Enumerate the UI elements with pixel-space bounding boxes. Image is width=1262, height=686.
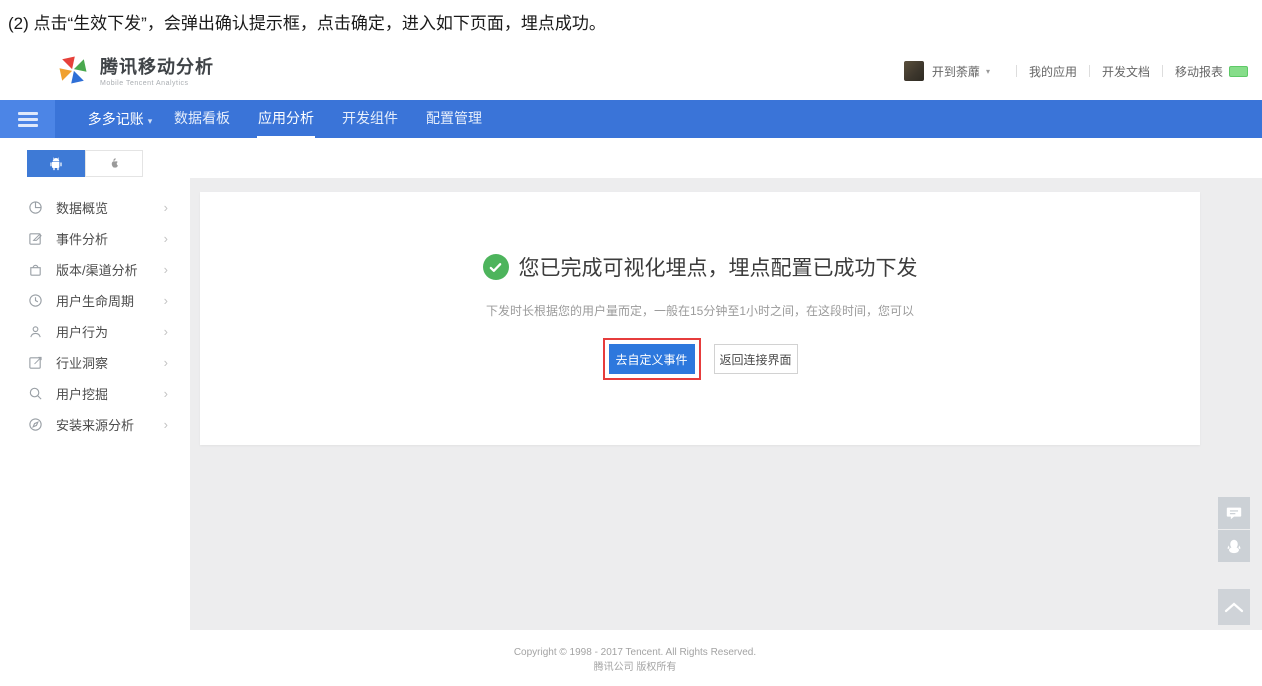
back-to-connect-button[interactable]: 返回连接界面 [714, 344, 798, 374]
chevron-right-icon: › [164, 324, 168, 339]
sidebar-item-label: 用户生命周期 [56, 291, 134, 310]
tab-app-analysis[interactable]: 应用分析 [257, 100, 315, 138]
success-title: 您已完成可视化埋点，埋点配置已成功下发 [519, 252, 918, 282]
chevron-up-icon [1224, 601, 1244, 613]
chevron-right-icon: › [164, 200, 168, 215]
qq-contact-button[interactable] [1218, 530, 1250, 562]
compass-icon [28, 417, 43, 432]
back-to-top-button[interactable] [1218, 589, 1250, 625]
insight-icon [28, 355, 43, 370]
sidebar-item-label: 版本/渠道分析 [56, 260, 138, 279]
divider [1016, 65, 1017, 77]
package-icon [28, 262, 43, 277]
instruction-text: (2) 点击“生效下发”，会弹出确认提示框，点击确定，进入如下页面，埋点成功。 [8, 9, 606, 34]
pie-chart-icon [28, 200, 43, 215]
android-icon [48, 156, 64, 172]
menu-icon[interactable] [0, 100, 55, 138]
sidebar-item-label: 数据概览 [56, 198, 108, 217]
chevron-down-icon: ▾ [148, 116, 153, 126]
avatar[interactable] [904, 61, 924, 81]
chevron-right-icon: › [164, 293, 168, 308]
copyright-line1: Copyright © 1998 - 2017 Tencent. All Rig… [185, 645, 1085, 660]
username[interactable]: 开到荼蘼 [932, 63, 980, 80]
divider [1162, 65, 1163, 77]
tab-dev-components[interactable]: 开发组件 [341, 100, 399, 138]
sidebar-item-label: 用户挖掘 [56, 384, 108, 403]
search-icon [28, 386, 43, 401]
platform-toggle [27, 150, 143, 177]
content-area: 您已完成可视化埋点，埋点配置已成功下发 下发时长根据您的用户量而定，一般在15分… [190, 178, 1262, 630]
apple-icon [107, 156, 122, 171]
logo-title: 腾讯移动分析 [100, 53, 214, 79]
nav-tabs: 数据看板 应用分析 开发组件 配置管理 [173, 100, 483, 138]
success-title-row: 您已完成可视化埋点，埋点配置已成功下发 [200, 252, 1200, 282]
link-dev-docs[interactable]: 开发文档 [1102, 63, 1150, 80]
logo-subtitle: Mobile Tencent Analytics [100, 80, 214, 87]
edit-icon [28, 231, 43, 246]
divider [1089, 65, 1090, 77]
copyright-line2: 腾讯公司 版权所有 [185, 660, 1085, 675]
sidebar-item-label: 用户行为 [56, 322, 108, 341]
chevron-right-icon: › [164, 231, 168, 246]
go-custom-events-button[interactable]: 去自定义事件 [609, 344, 695, 374]
success-check-icon [483, 254, 509, 280]
logo-text: 腾讯移动分析 Mobile Tencent Analytics [100, 53, 214, 87]
content-top-strip [190, 138, 1262, 178]
sidebar-item-user-lifecycle[interactable]: 用户生命周期 › [0, 285, 190, 316]
mini-program-badge-icon [1229, 66, 1248, 77]
topbar: 腾讯移动分析 Mobile Tencent Analytics 开到荼蘼 ▾ 我… [0, 42, 1262, 100]
topbar-right: 开到荼蘼 ▾ 我的应用 开发文档 移动报表 [904, 42, 1248, 100]
chevron-right-icon: › [164, 262, 168, 277]
sidebar-item-user-mining[interactable]: 用户挖掘 › [0, 378, 190, 409]
footer: Copyright © 1998 - 2017 Tencent. All Rig… [185, 630, 1085, 686]
chevron-right-icon: › [164, 386, 168, 401]
user-icon [28, 324, 43, 339]
tab-config-management[interactable]: 配置管理 [425, 100, 483, 138]
app-selector[interactable]: 多多记账 ▾ [70, 100, 170, 138]
clock-icon [28, 293, 43, 308]
tencent-mta-logo[interactable]: 腾讯移动分析 Mobile Tencent Analytics [55, 52, 214, 88]
success-subtitle: 下发时长根据您的用户量而定，一般在15分钟至1小时之间，在这段时间，您可以 [200, 302, 1200, 319]
success-card: 您已完成可视化埋点，埋点配置已成功下发 下发时长根据您的用户量而定，一般在15分… [200, 192, 1200, 445]
sidebar-item-user-behavior[interactable]: 用户行为 › [0, 316, 190, 347]
sidebar-item-event-analysis[interactable]: 事件分析 › [0, 223, 190, 254]
ios-platform-button[interactable] [85, 150, 143, 177]
link-my-apps[interactable]: 我的应用 [1029, 63, 1077, 80]
sidebar-item-label: 行业洞察 [56, 353, 108, 372]
action-buttons: 去自定义事件 返回连接界面 [200, 338, 1200, 380]
chevron-right-icon: › [164, 355, 168, 370]
sidebar-item-install-source[interactable]: 安装来源分析 › [0, 409, 190, 440]
app-selector-label: 多多记账 [88, 111, 144, 127]
pinwheel-logo-icon [55, 52, 91, 88]
android-platform-button[interactable] [27, 150, 85, 177]
sidebar: 数据概览 › 事件分析 › 版本/渠道分析 › [0, 138, 190, 686]
chevron-right-icon: › [164, 417, 168, 432]
qq-icon [1225, 537, 1243, 555]
annotation-highlight-box: 去自定义事件 [603, 338, 701, 380]
sidebar-item-label: 安装来源分析 [56, 415, 134, 434]
chevron-down-icon[interactable]: ▾ [986, 67, 990, 76]
navbar: 多多记账 ▾ 数据看板 应用分析 开发组件 配置管理 [0, 100, 1262, 138]
sidebar-item-data-overview[interactable]: 数据概览 › [0, 192, 190, 223]
sidebar-menu: 数据概览 › 事件分析 › 版本/渠道分析 › [0, 192, 190, 440]
sidebar-item-label: 事件分析 [56, 229, 108, 248]
tab-data-dashboard[interactable]: 数据看板 [173, 100, 231, 138]
sidebar-item-industry-insight[interactable]: 行业洞察 › [0, 347, 190, 378]
sidebar-item-version-channel[interactable]: 版本/渠道分析 › [0, 254, 190, 285]
link-mobile-report[interactable]: 移动报表 [1175, 63, 1223, 80]
feedback-chat-button[interactable] [1218, 497, 1250, 529]
page: (2) 点击“生效下发”，会弹出确认提示框，点击确定，进入如下页面，埋点成功。 … [0, 0, 1262, 686]
chat-icon [1225, 504, 1243, 522]
floating-toolbar [1218, 497, 1250, 562]
